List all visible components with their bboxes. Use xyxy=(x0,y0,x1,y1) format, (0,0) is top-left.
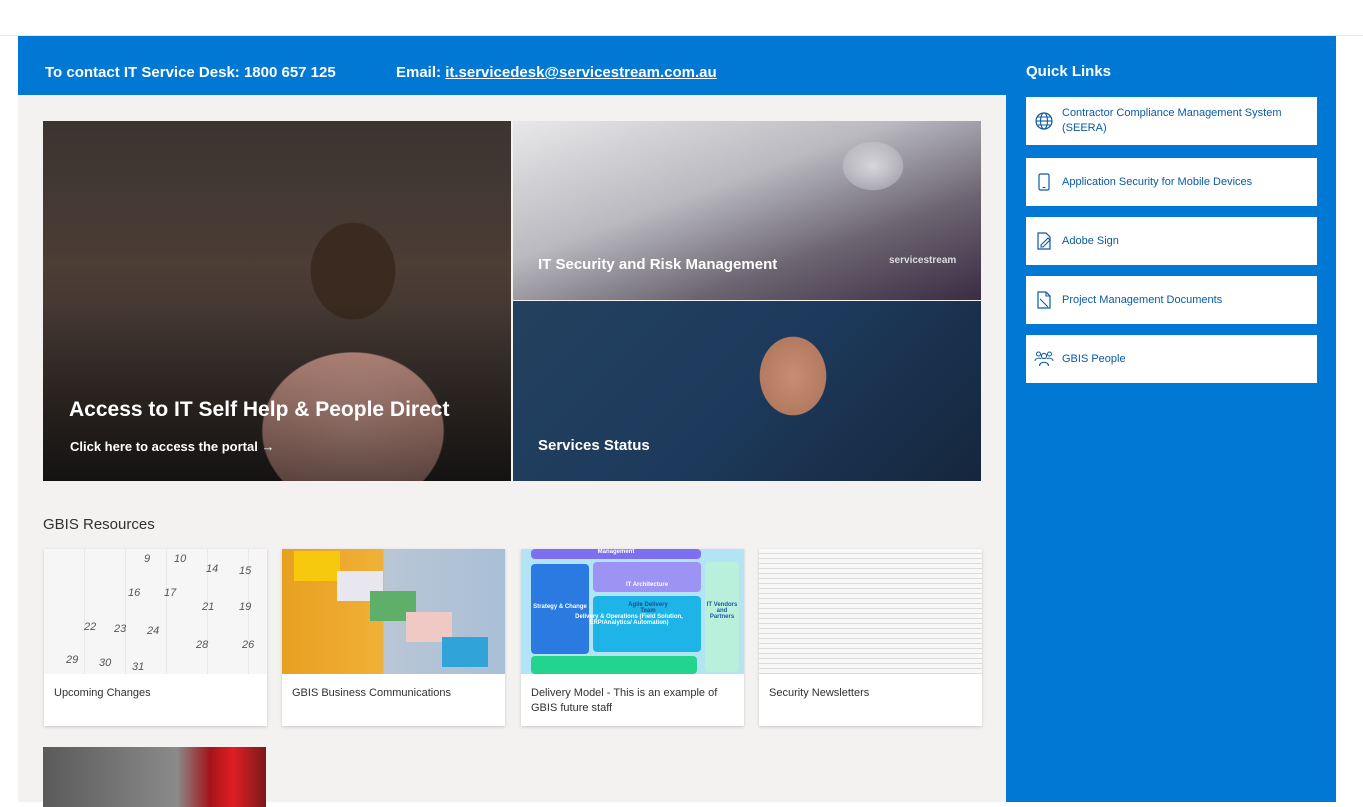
card-label: Delivery Model - This is an example of G… xyxy=(531,687,718,714)
services-status-tile[interactable]: Services Status xyxy=(513,301,981,481)
quick-links-panel xyxy=(1006,36,1336,802)
envelopes-image xyxy=(282,549,505,674)
security-title: IT Security and Risk Management xyxy=(538,256,778,273)
quick-link-mobile-security[interactable]: Application Security for Mobile Devices xyxy=(1026,158,1317,206)
resource-card-upcoming-changes[interactable]: 9 10 14 15 16 17 21 19 22 23 24 28 26 29… xyxy=(44,549,267,726)
service-desk-email: Email: it.servicedesk@servicestream.com.… xyxy=(396,64,717,81)
quick-link-pm-documents[interactable]: Project Management Documents xyxy=(1026,276,1317,324)
sign-document-icon xyxy=(1034,231,1054,251)
servicestream-logo: servicestream xyxy=(889,255,957,266)
quick-link-seera[interactable]: Contractor Compliance Management System … xyxy=(1026,97,1317,145)
diagram-block: IT Vendors and Partners xyxy=(705,562,739,672)
diagram-block: Delivery & Operations (Field Solution, E… xyxy=(575,596,701,652)
quick-link-label: Adobe Sign xyxy=(1062,234,1119,247)
card-label: Security Newsletters xyxy=(769,687,870,699)
hero-shade xyxy=(43,121,511,481)
card-label: GBIS Business Communications xyxy=(292,687,451,699)
security-hero-tile[interactable]: IT Security and Risk Management services… xyxy=(513,121,981,300)
card-label: Upcoming Changes xyxy=(54,687,151,699)
diagram-block: IT Architecture xyxy=(593,562,701,592)
quick-link-label: Contractor Compliance Management System … xyxy=(1062,107,1282,134)
top-bar xyxy=(0,0,1363,36)
quick-link-label: Application Security for Mobile Devices xyxy=(1062,175,1253,188)
diagram-block: Strategy & Change xyxy=(531,564,589,654)
service-desk-phone: To contact IT Service Desk: 1800 657 125 xyxy=(45,64,336,81)
envelope-shape xyxy=(442,637,488,667)
calendar-image: 9 10 14 15 16 17 21 19 22 23 24 28 26 29… xyxy=(44,549,267,674)
self-help-hero-tile[interactable]: Access to IT Self Help & People Direct C… xyxy=(43,121,511,481)
portal-link[interactable]: Click here to access the portal → xyxy=(70,439,274,454)
services-status-title: Services Status xyxy=(538,437,650,454)
envelope-shape xyxy=(294,551,340,581)
people-icon xyxy=(1034,349,1054,369)
resource-card-partial[interactable] xyxy=(43,747,266,807)
resources-heading: GBIS Resources xyxy=(43,516,155,533)
self-help-title: Access to IT Self Help & People Direct xyxy=(69,398,450,421)
globe-icon xyxy=(1034,111,1054,131)
diagram-block xyxy=(531,656,697,674)
mobile-icon xyxy=(1034,172,1054,192)
resource-card-business-communications[interactable]: GBIS Business Communications xyxy=(282,549,505,726)
email-link[interactable]: it.servicedesk@servicestream.com.au xyxy=(445,64,716,81)
resource-card-security-newsletters[interactable]: Security Newsletters xyxy=(759,549,982,726)
quick-link-label: Project Management Documents xyxy=(1062,293,1223,306)
contact-banner: To contact IT Service Desk: 1800 657 125… xyxy=(18,36,1006,95)
newspaper-stack-image xyxy=(759,549,982,674)
quick-link-adobe-sign[interactable]: Adobe Sign xyxy=(1026,217,1317,265)
quick-links-title: Quick Links xyxy=(1026,63,1112,80)
resource-card-delivery-model[interactable]: Management Strategy & Change IT Architec… xyxy=(521,549,744,726)
delivery-model-diagram: Management Strategy & Change IT Architec… xyxy=(521,549,744,674)
quick-link-gbis-people[interactable]: GBIS People xyxy=(1026,335,1317,383)
diagram-block: Management xyxy=(531,549,701,559)
document-icon xyxy=(1034,290,1054,310)
quick-link-label: GBIS People xyxy=(1062,352,1126,365)
